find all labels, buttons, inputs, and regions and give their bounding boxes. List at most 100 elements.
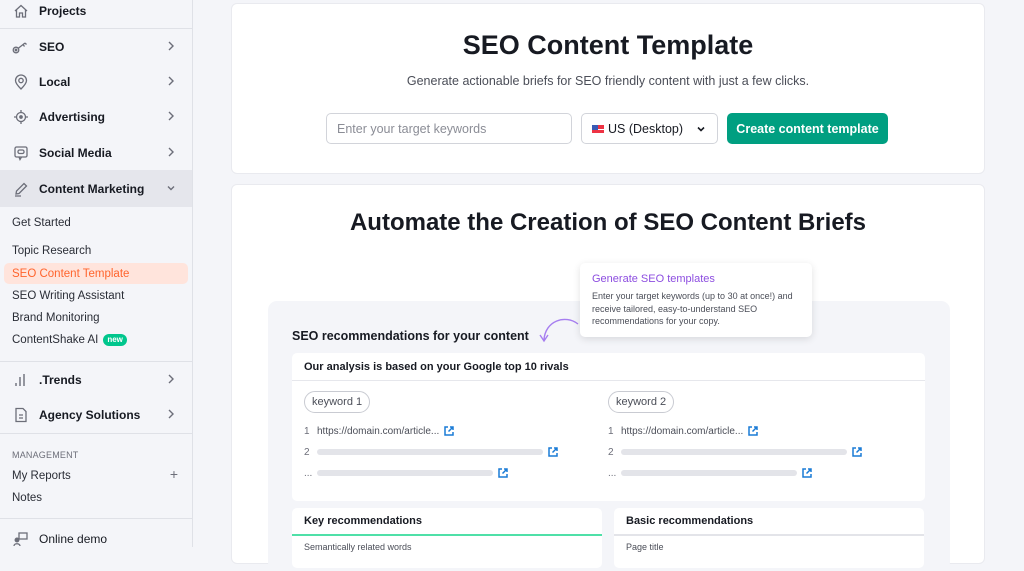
key-recommendations-heading: Key recommendations bbox=[292, 508, 602, 536]
us-flag-icon bbox=[592, 124, 604, 133]
tooltip-body: Enter your target keywords (up to 30 at … bbox=[592, 291, 793, 326]
feature-tooltip: Generate SEO templates Enter your target… bbox=[580, 263, 812, 337]
sidebar-item-label: My Reports bbox=[12, 469, 71, 482]
page-title: SEO Content Template bbox=[462, 30, 754, 60]
sidebar-item-my-reports[interactable]: My Reports bbox=[4, 465, 188, 486]
sidebar-item-label: SEO bbox=[39, 39, 65, 54]
placeholder-bar bbox=[621, 470, 797, 476]
sidebar-item-seo[interactable]: SEO bbox=[0, 29, 192, 64]
chevron-right-icon bbox=[168, 409, 174, 419]
hero-card: SEO Content Template Generate actionable… bbox=[231, 3, 985, 174]
sidebar-item-label: Local bbox=[39, 74, 71, 89]
keyword-column: keyword 1 1 https://domain.com/article...… bbox=[304, 391, 594, 479]
key-row-label: Semantically related words bbox=[304, 542, 412, 552]
sidebar-item-label: Online demo bbox=[39, 531, 108, 546]
promo-title: Automate the Creation of SEO Content Bri… bbox=[349, 209, 867, 236]
sidebar-item-label: Projects bbox=[39, 3, 87, 18]
placeholder-bar bbox=[317, 449, 543, 455]
location-pin-icon bbox=[12, 73, 30, 91]
page-subtitle: Generate actionable briefs for SEO frien… bbox=[406, 74, 810, 88]
external-link-icon[interactable] bbox=[851, 446, 863, 458]
placeholder-bar bbox=[317, 470, 493, 476]
sidebar: Projects SEO Local Advertising Social Me… bbox=[0, 0, 193, 547]
basic-recommendations-heading: Basic recommendations bbox=[614, 508, 924, 536]
chevron-down-icon bbox=[697, 126, 705, 132]
external-link-icon[interactable] bbox=[497, 467, 509, 479]
database-value: US (Desktop) bbox=[608, 121, 684, 136]
sidebar-subitem-label: SEO Writing Assistant bbox=[12, 289, 125, 302]
document-icon bbox=[12, 406, 30, 424]
sidebar-subitem-contentshake-ai[interactable]: ContentShake AI new bbox=[4, 329, 188, 350]
presenter-icon bbox=[12, 530, 30, 548]
basic-recommendations-card: Basic recommendations Page title bbox=[614, 508, 924, 568]
external-link-icon[interactable] bbox=[747, 425, 759, 437]
sidebar-item-label: Social Media bbox=[39, 145, 112, 160]
sidebar-subitem-label: Brand Monitoring bbox=[12, 311, 100, 324]
sidebar-subitem-seo-writing-assistant[interactable]: SEO Writing Assistant bbox=[4, 285, 188, 306]
placeholder-bar bbox=[621, 449, 847, 455]
chevron-right-icon bbox=[168, 76, 174, 86]
rivals-card: Our analysis is based on your Google top… bbox=[292, 353, 925, 501]
sidebar-subitem-label: ContentShake AI bbox=[12, 333, 99, 346]
sidebar-item-advertising[interactable]: Advertising bbox=[0, 99, 192, 134]
rivals-heading: Our analysis is based on your Google top… bbox=[292, 353, 925, 381]
home-icon bbox=[12, 2, 30, 20]
keyword-column: keyword 2 1 https://domain.com/article...… bbox=[608, 391, 898, 479]
sidebar-item-content-marketing[interactable]: Content Marketing bbox=[0, 170, 192, 207]
rival-row: ... bbox=[608, 466, 813, 480]
keyword-input[interactable] bbox=[326, 113, 572, 144]
new-badge: new bbox=[103, 333, 127, 346]
sidebar-subitem-topic-research[interactable]: Topic Research bbox=[4, 240, 188, 261]
database-select[interactable]: US (Desktop) bbox=[581, 113, 718, 144]
chevron-right-icon bbox=[168, 374, 174, 384]
rival-row: 2 bbox=[608, 445, 863, 459]
key-recommendations-card: Key recommendations Semantically related… bbox=[292, 508, 602, 568]
sidebar-item-notes[interactable]: Notes bbox=[4, 487, 188, 508]
sidebar-item-projects[interactable]: Projects bbox=[0, 0, 192, 28]
bar-chart-icon bbox=[12, 371, 30, 389]
panel-title: SEO recommendations for your content bbox=[292, 329, 529, 343]
external-link-icon[interactable] bbox=[547, 446, 559, 458]
sidebar-subitem-seo-content-template[interactable]: SEO Content Template bbox=[4, 263, 188, 284]
chat-bubble-icon bbox=[12, 144, 30, 162]
keyword-chip: keyword 2 bbox=[608, 391, 675, 413]
rank-number: 2 bbox=[304, 446, 310, 458]
sidebar-subitem-get-started[interactable]: Get Started bbox=[4, 212, 188, 233]
chevron-down-icon bbox=[167, 186, 175, 191]
sidebar-subitem-brand-monitoring[interactable]: Brand Monitoring bbox=[4, 307, 188, 328]
external-link-icon[interactable] bbox=[801, 467, 813, 479]
sidebar-subitem-label: SEO Content Template bbox=[12, 267, 130, 280]
keyword-chip: keyword 1 bbox=[304, 391, 371, 413]
sidebar-subitem-label: Topic Research bbox=[12, 244, 92, 257]
external-link-icon[interactable] bbox=[443, 425, 455, 437]
sidebar-item-label: Notes bbox=[12, 491, 43, 504]
tooltip-title: Generate SEO templates bbox=[592, 273, 715, 285]
rank-number: 1 bbox=[608, 425, 614, 437]
divider bbox=[0, 433, 192, 434]
chevron-right-icon bbox=[168, 41, 174, 51]
sidebar-item-online-demo[interactable]: Online demo bbox=[0, 521, 192, 556]
rival-row: 1 https://domain.com/article... bbox=[304, 424, 455, 438]
sidebar-item-agency-solutions[interactable]: Agency Solutions bbox=[0, 397, 192, 432]
rank-number: 2 bbox=[608, 446, 614, 458]
basic-row-label: Page title bbox=[626, 542, 664, 552]
management-heading: MANAGEMENT bbox=[12, 450, 79, 460]
key-icon bbox=[12, 38, 30, 56]
sidebar-item-label: Content Marketing bbox=[39, 181, 145, 196]
add-report-icon[interactable]: + bbox=[170, 466, 178, 482]
chevron-right-icon bbox=[168, 147, 174, 157]
create-content-template-button[interactable]: Create content template bbox=[727, 113, 888, 144]
sidebar-item-label: .Trends bbox=[39, 372, 82, 387]
rank-number: 1 bbox=[304, 425, 310, 437]
pencil-icon bbox=[12, 180, 30, 198]
divider bbox=[0, 518, 192, 519]
sidebar-item-label: Advertising bbox=[39, 109, 106, 124]
target-icon bbox=[12, 108, 30, 126]
rival-row: ... bbox=[304, 466, 509, 480]
sidebar-item-local[interactable]: Local bbox=[0, 64, 192, 99]
sidebar-item-social-media[interactable]: Social Media bbox=[0, 135, 192, 170]
sidebar-subitem-label: Get Started bbox=[12, 216, 71, 229]
promo-card: Automate the Creation of SEO Content Bri… bbox=[231, 184, 985, 571]
sidebar-item-trends[interactable]: .Trends bbox=[0, 362, 192, 397]
sidebar-item-label: Agency Solutions bbox=[39, 407, 141, 422]
